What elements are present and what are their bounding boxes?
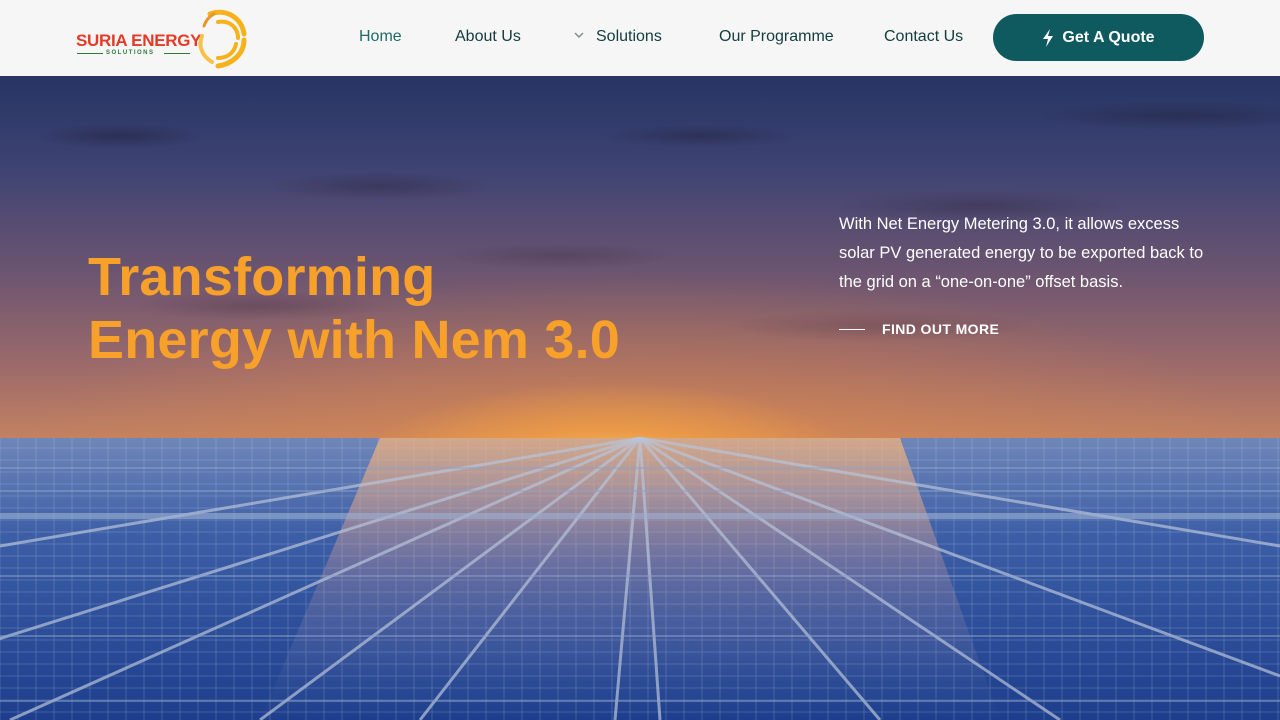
- nav-solutions[interactable]: Solutions: [596, 28, 662, 46]
- find-out-more-link[interactable]: FIND OUT MORE: [839, 321, 999, 337]
- nav-about-us[interactable]: About Us: [455, 28, 521, 46]
- hero-title-line2: Energy with Nem 3.0: [88, 310, 620, 371]
- hero-section: Transforming Energy with Nem 3.0 With Ne…: [0, 76, 1280, 720]
- chevron-down-icon[interactable]: [573, 30, 585, 40]
- bolt-icon: [1043, 28, 1054, 47]
- hero-title-line1: Transforming: [88, 247, 436, 308]
- link-dash: [839, 328, 865, 330]
- hero-description: With Net Energy Metering 3.0, it allows …: [839, 215, 1204, 291]
- site-header: SURIA ENERGY SOLUTIONS Home About Us Sol…: [0, 0, 1280, 76]
- nav-home[interactable]: Home: [359, 28, 402, 46]
- nav-contact-us[interactable]: Contact Us: [884, 28, 963, 46]
- get-a-quote-button[interactable]: Get A Quote: [993, 14, 1204, 61]
- main-nav: Home About Us Solutions Our Programme Co…: [0, 0, 1280, 76]
- find-out-more-label: FIND OUT MORE: [882, 321, 1000, 337]
- solar-panels-image: [0, 436, 1280, 720]
- hero-title: Transforming Energy with Nem 3.0: [88, 246, 620, 372]
- get-a-quote-label: Get A Quote: [1062, 28, 1155, 46]
- nav-our-programme[interactable]: Our Programme: [719, 28, 834, 46]
